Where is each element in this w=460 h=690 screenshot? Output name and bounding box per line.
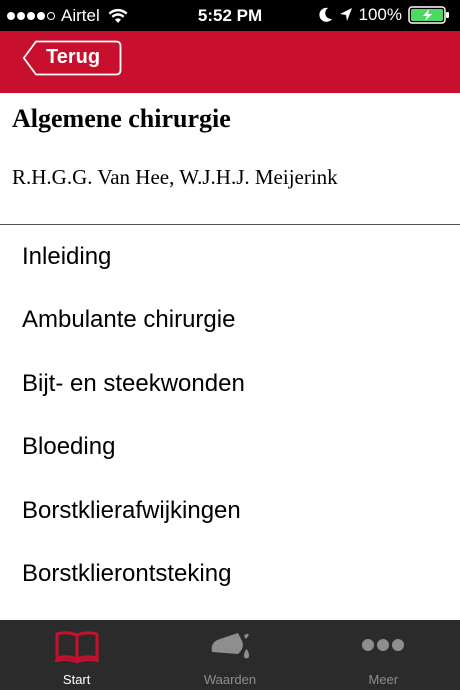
battery-charging-icon	[408, 6, 449, 24]
tab-bar: Start Waarden Meer	[0, 620, 460, 690]
tab-start[interactable]: Start	[0, 620, 153, 690]
list-item[interactable]: Bloeding	[0, 416, 460, 480]
tab-waarden[interactable]: Waarden	[153, 620, 306, 690]
list-item[interactable]: Bijt- en steekwonden	[0, 352, 460, 416]
tab-label: Start	[62, 672, 91, 687]
more-dots-icon	[362, 639, 405, 651]
flask-icon	[211, 633, 249, 659]
navigation-bar: Terug	[0, 31, 460, 93]
book-icon	[54, 631, 99, 664]
status-bar: Airtel 5:52 PM 100%	[0, 0, 460, 31]
tab-meer[interactable]: Meer	[307, 620, 460, 690]
list-item[interactable]: Borstklierafwijkingen	[0, 479, 460, 543]
location-arrow-icon	[339, 8, 352, 21]
status-right: 100%	[318, 5, 452, 25]
tab-label: Meer	[368, 672, 399, 687]
tab-label: Waarden	[203, 672, 257, 687]
do-not-disturb-moon-icon	[318, 7, 332, 22]
back-button-label: Terug	[46, 46, 101, 68]
chapter-list: Inleiding Ambulante chirurgie Bijt- en s…	[0, 225, 460, 606]
list-item[interactable]: Inleiding	[0, 225, 460, 289]
page-title: Algemene chirurgie	[12, 104, 231, 133]
battery-percentage: 100%	[358, 5, 402, 24]
list-item[interactable]: Borstklierontsteking	[0, 543, 460, 607]
list-item[interactable]: Ambulante chirurgie	[0, 289, 460, 353]
back-button[interactable]: Terug	[22, 40, 122, 76]
authors: R.H.G.G. Van Hee, W.J.H.J. Meijerink	[12, 165, 338, 189]
